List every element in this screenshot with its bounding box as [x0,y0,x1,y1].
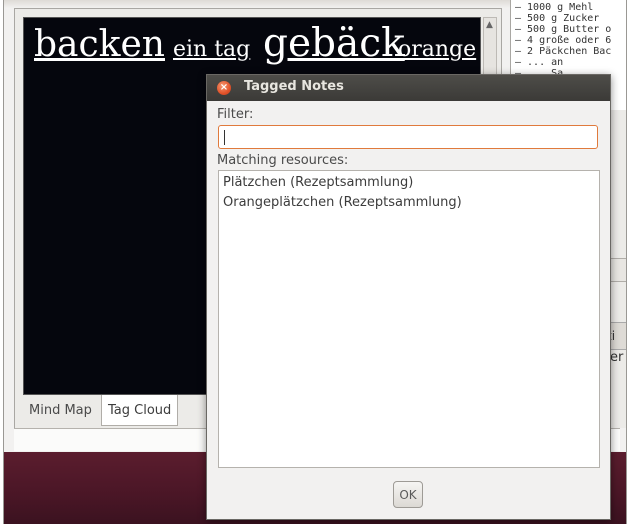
tag-link-backen[interactable]: backen [34,27,165,63]
partial-label: er [610,350,624,365]
matching-resources-label: Matching resources: [217,153,349,168]
recipe-line: – 2 Päckchen Bac [515,46,612,57]
tab-tag-cloud[interactable]: Tag Cloud [101,395,179,426]
tab-mind-map[interactable]: Mind Map [23,397,98,425]
dialog-title: Tagged Notes [244,79,344,94]
close-icon[interactable]: × [217,81,231,95]
filter-input[interactable] [218,125,598,149]
matching-resources-list[interactable]: Plätzchen (Rezeptsammlung) Orangeplätzch… [218,170,600,468]
recipe-text: – 1000 g Mehl – 500 g Zucker – 500 g But… [515,2,611,79]
list-item[interactable]: Orangeplätzchen (Rezeptsammlung) [223,193,595,213]
list-item[interactable]: Plätzchen (Rezeptsammlung) [223,173,595,193]
tagged-notes-dialog: × Tagged Notes Filter: Matching resource… [206,74,611,520]
filter-label: Filter: [217,107,254,122]
tag-link-ein-tag[interactable]: ein tag [173,39,250,61]
recipe-line: – 500 g Zucker [515,13,600,24]
scroll-up-icon[interactable]: ▲ [486,20,493,30]
ok-button[interactable]: OK [393,481,423,508]
dialog-titlebar: × Tagged Notes [207,75,610,101]
text-cursor [224,130,225,145]
tag-link-gebaeck[interactable]: gebäck [263,24,405,63]
recipe-line: – 4 große oder 6 [515,35,612,46]
tag-link-orange[interactable]: orange [398,39,476,61]
recipe-line: – ... an [515,57,564,68]
recipe-line: – 1000 g Mehl [515,2,594,13]
recipe-line: – 500 g Butter o [515,24,612,35]
